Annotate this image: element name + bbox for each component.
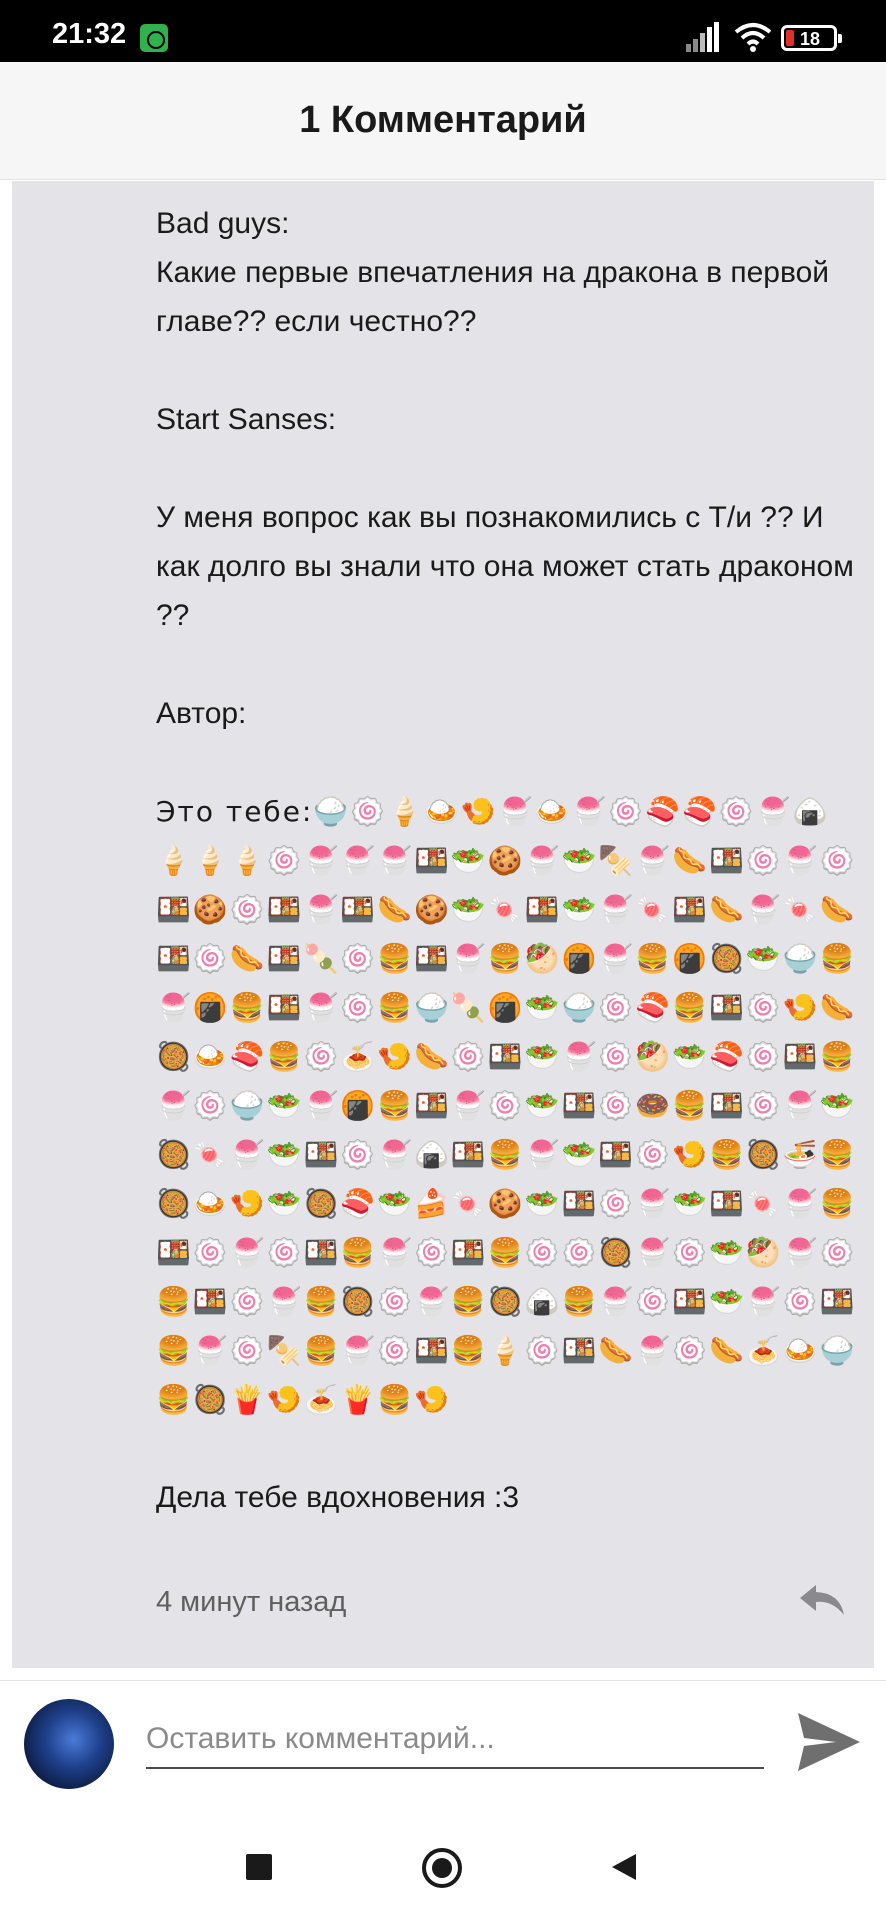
battery-icon: 18 xyxy=(781,25,842,51)
status-bar: 21:32 18 xyxy=(0,0,886,62)
send-icon[interactable] xyxy=(796,1711,862,1773)
comment-line: Start Sanses: xyxy=(156,403,337,436)
comment-composer xyxy=(0,1680,886,1812)
emoji-text: 🍚🍥🍦🍛🍤🍧🍛🍧🍥🍣🍣🍥🍧🍙🍦🍦🍦🍥🍧🍧🍧🍱🥗🍪🍧🥗🍢🍧🌭🍱🍥🍧🍥🍱🍪🍥🍱🍧🍱🌭… xyxy=(156,795,857,1416)
battery-level: 18 xyxy=(800,29,821,49)
comment-body: Bad guys: Какие первые впечатления на др… xyxy=(156,199,866,1522)
app-notification-icon xyxy=(140,24,168,52)
comment-blank-line xyxy=(156,346,866,395)
system-nav-bar xyxy=(0,1812,886,1920)
reply-icon[interactable] xyxy=(798,1583,846,1617)
status-time: 21:32 xyxy=(52,18,127,50)
comment-card: Bad guys: Какие первые впечатления на др… xyxy=(12,181,874,1668)
comment-timestamp: 4 минут назад xyxy=(156,1586,347,1618)
comment-input[interactable] xyxy=(146,1711,764,1769)
comment-line: Какие первые впечатления на дракона в пе… xyxy=(156,256,838,338)
back-button[interactable] xyxy=(610,1852,638,1882)
emoji-label: Это тебе: xyxy=(156,795,314,828)
comment-blank-line xyxy=(156,738,866,787)
comment-blank-line xyxy=(156,444,866,493)
comment-line: Автор: xyxy=(156,697,247,730)
home-button[interactable] xyxy=(422,1848,462,1888)
wifi-icon xyxy=(734,23,772,52)
comment-blank-line xyxy=(156,640,866,689)
comment-blank-line xyxy=(156,1424,866,1473)
page-title: 1 Комментарий xyxy=(299,99,587,141)
comment-line: Bad guys: xyxy=(156,207,290,240)
comment-line: У меня вопрос как вы познакомились с Т/и… xyxy=(156,501,863,632)
header: 1 Комментарий xyxy=(0,62,886,180)
comment-emoji-block: Это тебе:🍚🍥🍦🍛🍤🍧🍛🍧🍥🍣🍣🍥🍧🍙🍦🍦🍦🍥🍧🍧🍧🍱🥗🍪🍧🥗🍢🍧🌭🍱🍥… xyxy=(156,787,866,1424)
avatar[interactable] xyxy=(24,1699,114,1789)
recents-button[interactable] xyxy=(246,1854,272,1880)
comment-closing: Дела тебе вдохновения :3 xyxy=(156,1481,520,1514)
signal-icon xyxy=(686,22,719,52)
